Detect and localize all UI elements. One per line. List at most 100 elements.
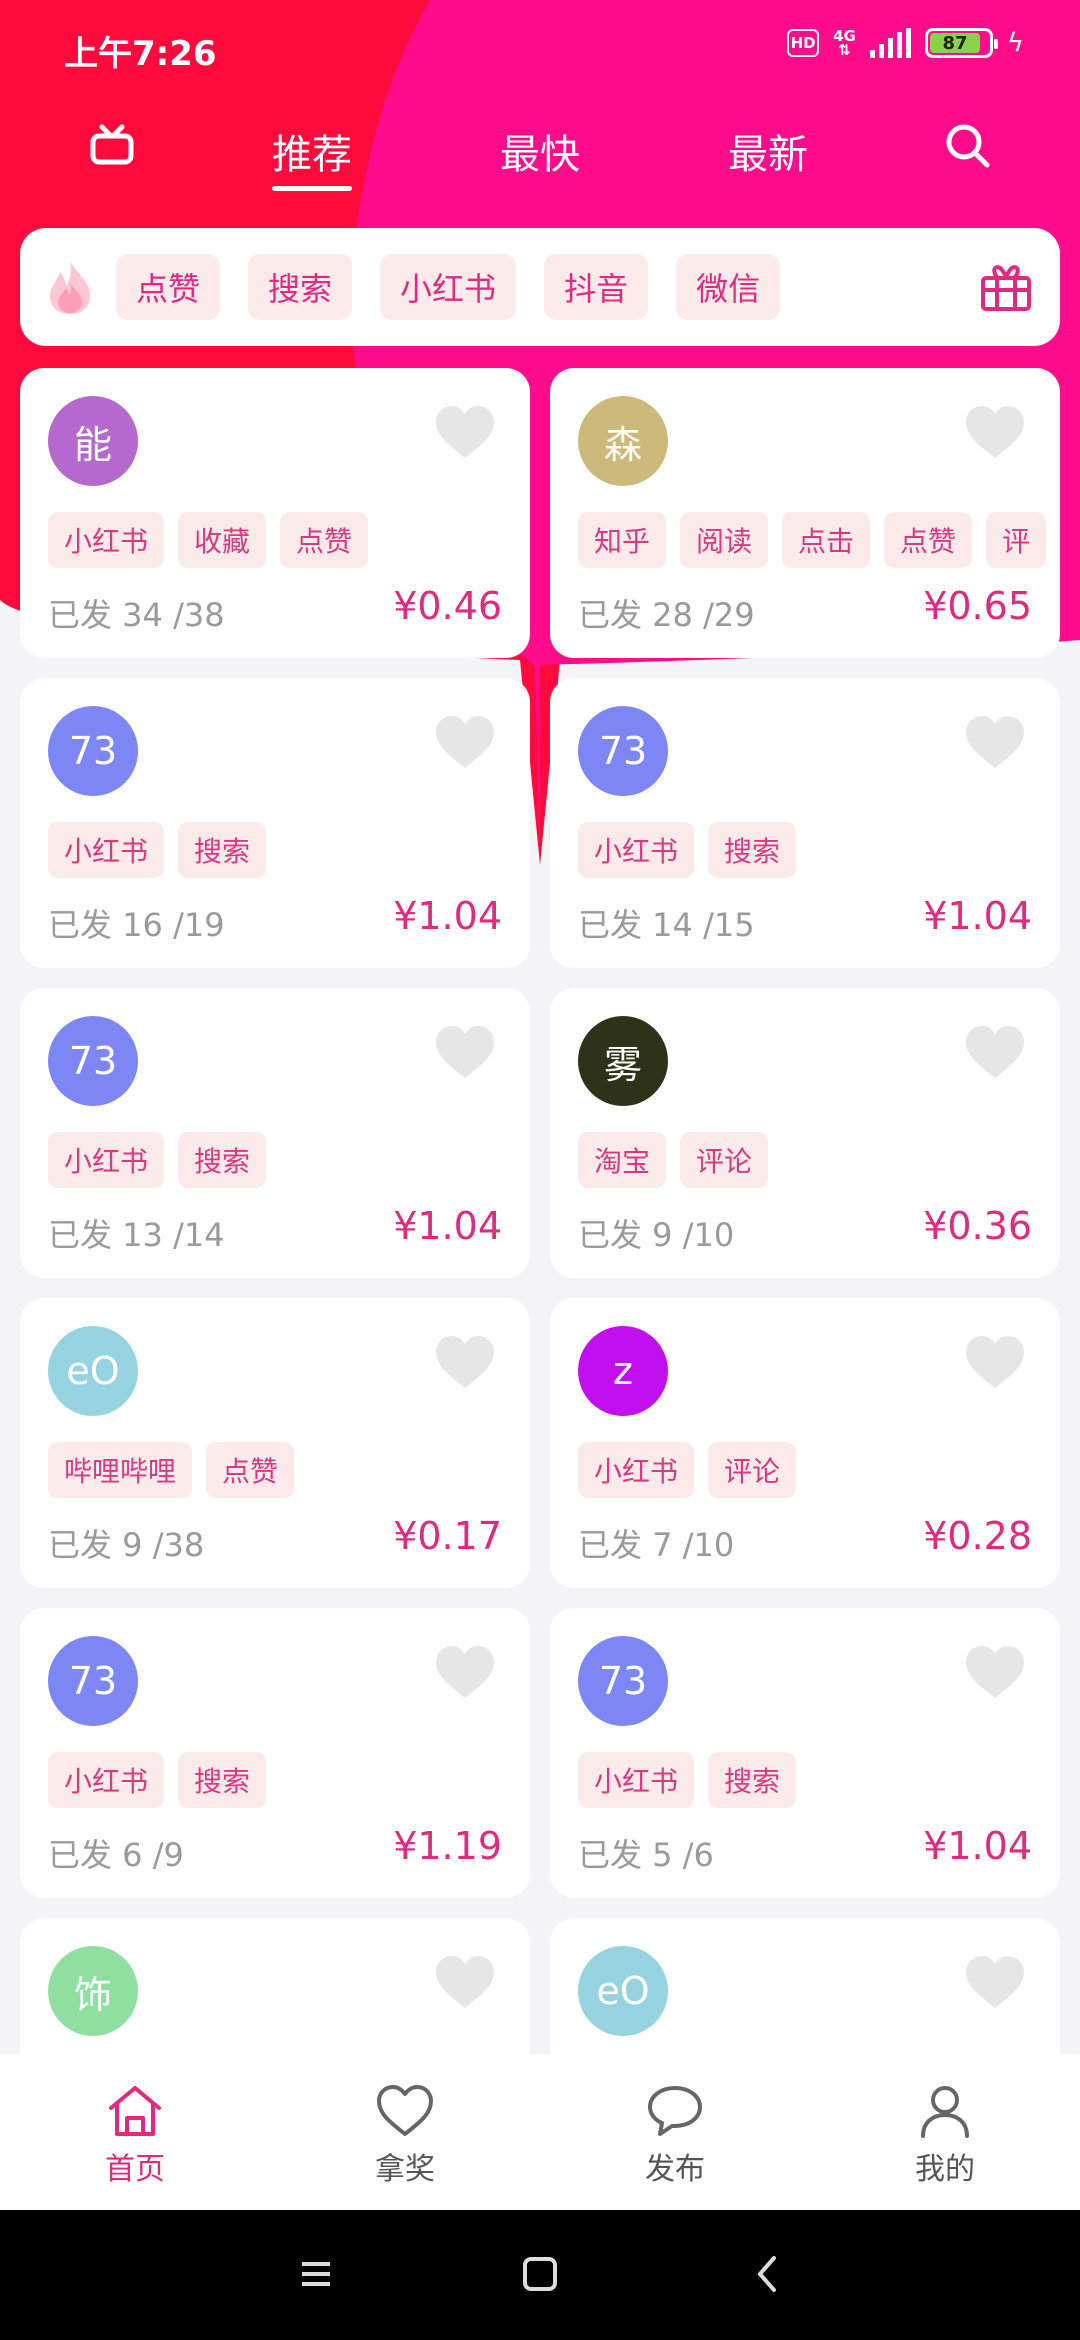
bottom-nav-mine[interactable]: 我的: [810, 2054, 1080, 2210]
card-tag: 小红书: [578, 1442, 695, 1498]
card-tags: 小红书 搜索: [578, 822, 1060, 878]
card-tag: 小红书: [48, 512, 165, 568]
card-price: ¥0.36: [923, 1204, 1032, 1248]
favorite-heart-icon[interactable]: [434, 1954, 496, 2010]
chip-wechat[interactable]: 微信: [676, 254, 781, 320]
card-tag: 淘宝: [578, 1132, 667, 1188]
search-icon[interactable]: [944, 122, 992, 170]
task-card[interactable]: 能小红书 收藏 点赞 已发 34 /38 ¥0.46: [20, 368, 530, 658]
battery-icon: 87: [924, 28, 998, 58]
status-indicators: HD 4G ⇅ 87 ϟ: [787, 28, 1024, 58]
card-tag: 哔哩哔哩: [48, 1442, 193, 1498]
sent-count: 已发 34 /38: [48, 596, 225, 634]
card-tags: 淘宝 评论: [578, 1132, 1060, 1188]
card-price: ¥0.28: [923, 1514, 1032, 1558]
favorite-heart-icon[interactable]: [964, 714, 1026, 770]
sent-count: 已发 13 /14: [48, 1216, 225, 1254]
card-price: ¥1.04: [923, 894, 1032, 938]
favorite-heart-icon[interactable]: [964, 1334, 1026, 1390]
avatar: 雾: [578, 1016, 668, 1106]
sent-count: 已发 5 /6: [578, 1836, 714, 1874]
chip-search[interactable]: 搜索: [248, 254, 353, 320]
bottom-nav-label: 首页: [105, 2152, 165, 2187]
chip-xiaohongshu[interactable]: 小红书: [380, 254, 517, 320]
card-tag: 小红书: [48, 1132, 165, 1188]
bottom-nav-publish[interactable]: 发布: [540, 2054, 810, 2210]
favorite-heart-icon[interactable]: [964, 1954, 1026, 2010]
favorite-heart-icon[interactable]: [434, 1334, 496, 1390]
sent-count: 已发 6 /9: [48, 1836, 184, 1874]
task-card[interactable]: 73 小红书 搜索已发 6 /9 ¥1.19: [20, 1608, 530, 1898]
user-icon: [921, 2086, 969, 2138]
card-price: ¥1.04: [923, 1824, 1032, 1868]
fire-icon: [50, 260, 90, 314]
chip-douyin[interactable]: 抖音: [544, 254, 649, 320]
card-price: ¥0.65: [923, 584, 1032, 628]
heart-icon: [377, 2085, 433, 2136]
card-tag: 搜索: [178, 822, 267, 878]
avatar: eO: [48, 1326, 138, 1416]
task-card[interactable]: 73 小红书 搜索 已发 16 /19 ¥1.04: [20, 678, 530, 968]
home-square-icon[interactable]: [520, 2254, 560, 2294]
card-tag: 搜索: [178, 1132, 267, 1188]
sent-count: 已发 28 /29: [578, 596, 755, 634]
card-price: ¥1.19: [393, 1824, 502, 1868]
card-tags: 小红书 搜索: [48, 1132, 530, 1188]
card-tag: 评论: [680, 1132, 769, 1188]
card-tags: 小红书 搜索: [48, 822, 530, 878]
card-tag: 点赞: [206, 1442, 295, 1498]
tab-newest[interactable]: 最新: [728, 122, 808, 180]
card-tags: 哔哩哔哩 点赞: [48, 1442, 530, 1498]
favorite-heart-icon[interactable]: [434, 714, 496, 770]
status-time: 上午7:26: [64, 34, 217, 74]
task-card[interactable]: 73 小红书 搜索 已发 14 /15 ¥1.04: [550, 678, 1060, 968]
bottom-nav-home[interactable]: 首页: [0, 2054, 270, 2210]
bottom-nav-reward[interactable]: 拿奖: [270, 2054, 540, 2210]
task-card[interactable]: 森知乎 阅读 点击 点赞评已发 28 /29 ¥0.65: [550, 368, 1060, 658]
task-card[interactable]: z 小红书 评论 已发 7 /10 ¥0.28: [550, 1298, 1060, 1588]
card-price: ¥1.04: [393, 1204, 502, 1248]
sent-count: 已发 16 /19: [48, 906, 225, 944]
top-nav: 推荐 最快 最新: [0, 100, 1080, 210]
avatar: 73: [578, 1636, 668, 1726]
task-card[interactable]: 73 小红书 搜索已发 13 /14 ¥1.04: [20, 988, 530, 1278]
favorite-heart-icon[interactable]: [434, 1644, 496, 1700]
sent-count: 已发 9 /38: [48, 1526, 205, 1564]
bottom-nav-label: 拿奖: [375, 2152, 435, 2187]
card-tag: 知乎: [578, 512, 667, 568]
avatar: 饰: [48, 1946, 138, 2036]
menu-icon[interactable]: [296, 2254, 336, 2294]
bottom-nav-label: 我的: [915, 2152, 975, 2187]
avatar: 73: [48, 1016, 138, 1106]
card-tag: 小红书: [578, 1752, 695, 1808]
favorite-heart-icon[interactable]: [964, 404, 1026, 460]
task-card[interactable]: 雾淘宝 评论 已发 9 /10 ¥0.36: [550, 988, 1060, 1278]
tab-fastest[interactable]: 最快: [500, 122, 580, 180]
favorite-heart-icon[interactable]: [964, 1024, 1026, 1080]
task-card[interactable]: 73 小红书 搜索已发 5 /6 ¥1.04: [550, 1608, 1060, 1898]
tab-recommend[interactable]: 推荐: [272, 122, 352, 191]
gift-icon[interactable]: [980, 264, 1032, 312]
card-tags: 小红书 搜索: [578, 1752, 1060, 1808]
task-card-grid: 能小红书 收藏 点赞 已发 34 /38 ¥0.46 森知乎 阅读 点击 点赞评已发 28 /2…: [20, 368, 1060, 2208]
chat-icon: [648, 2086, 702, 2136]
card-tag: 评: [986, 512, 1047, 568]
bottom-nav: 首页 拿奖 发布 我的: [0, 2054, 1080, 2210]
favorite-heart-icon[interactable]: [434, 404, 496, 460]
avatar: 73: [48, 1636, 138, 1726]
card-tag: 小红书: [48, 1752, 165, 1808]
card-tag: 小红书: [48, 822, 165, 878]
favorite-heart-icon[interactable]: [964, 1644, 1026, 1700]
tv-icon[interactable]: [90, 124, 134, 168]
card-tag: 收藏: [178, 512, 267, 568]
task-card[interactable]: eO 哔哩哔哩 点赞 已发 9 /38 ¥0.17: [20, 1298, 530, 1588]
chip-like[interactable]: 点赞: [116, 254, 221, 320]
card-tag: 搜索: [708, 822, 797, 878]
card-tag: 评论: [708, 1442, 797, 1498]
favorite-heart-icon[interactable]: [434, 1024, 496, 1080]
card-tag: 小红书: [578, 822, 695, 878]
card-tag: 搜索: [178, 1752, 267, 1808]
sent-count: 已发 7 /10: [578, 1526, 735, 1564]
back-icon[interactable]: [748, 2254, 788, 2294]
card-tag: 点赞: [884, 512, 973, 568]
